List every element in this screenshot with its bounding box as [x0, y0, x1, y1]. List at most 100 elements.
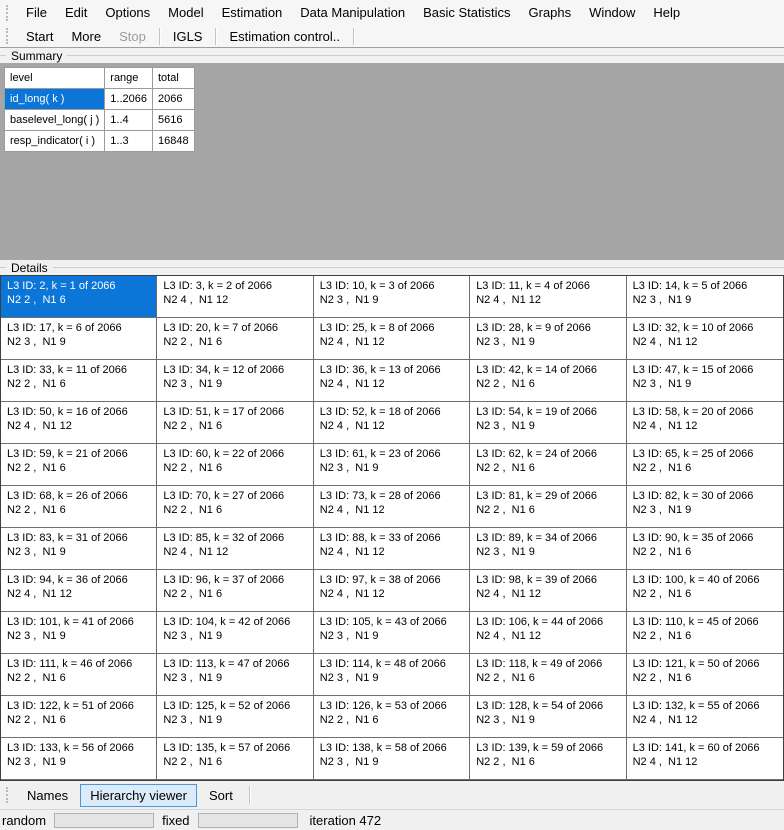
hierarchy-cell[interactable]: L3 ID: 82, k = 30 of 2066N2 3 , N1 9 — [627, 486, 783, 528]
hierarchy-cell[interactable]: L3 ID: 141, k = 60 of 2066N2 4 , N1 12 — [627, 738, 783, 780]
hierarchy-cell[interactable]: L3 ID: 133, k = 56 of 2066N2 3 , N1 9 — [1, 738, 157, 780]
hierarchy-cell[interactable]: L3 ID: 121, k = 50 of 2066N2 2 , N1 6 — [627, 654, 783, 696]
summary-range-cell[interactable]: 1..4 — [105, 110, 153, 131]
hierarchy-cell[interactable]: L3 ID: 118, k = 49 of 2066N2 2 , N1 6 — [470, 654, 626, 696]
hierarchy-cell[interactable]: L3 ID: 25, k = 8 of 2066N2 4 , N1 12 — [314, 318, 470, 360]
hierarchy-cell[interactable]: L3 ID: 68, k = 26 of 2066N2 2 , N1 6 — [1, 486, 157, 528]
hierarchy-cell[interactable]: L3 ID: 14, k = 5 of 2066N2 3 , N1 9 — [627, 276, 783, 318]
hierarchy-cell[interactable]: L3 ID: 113, k = 47 of 2066N2 3 , N1 9 — [157, 654, 313, 696]
summary-range-cell[interactable]: 1..2066 — [105, 89, 153, 110]
hierarchy-cell[interactable]: L3 ID: 139, k = 59 of 2066N2 2 , N1 6 — [470, 738, 626, 780]
cell-counts-line: N2 4 , N1 12 — [476, 587, 625, 601]
tab-sort[interactable]: Sort — [199, 784, 243, 807]
cell-counts-line: N2 4 , N1 12 — [7, 587, 156, 601]
hierarchy-cell[interactable]: L3 ID: 125, k = 52 of 2066N2 3 , N1 9 — [157, 696, 313, 738]
summary-total-cell[interactable]: 16848 — [152, 131, 194, 152]
hierarchy-cell[interactable]: L3 ID: 54, k = 19 of 2066N2 3 , N1 9 — [470, 402, 626, 444]
hierarchy-cell[interactable]: L3 ID: 106, k = 44 of 2066N2 4 , N1 12 — [470, 612, 626, 654]
hierarchy-cell[interactable]: L3 ID: 60, k = 22 of 2066N2 2 , N1 6 — [157, 444, 313, 486]
hierarchy-cell[interactable]: L3 ID: 42, k = 14 of 2066N2 2 , N1 6 — [470, 360, 626, 402]
cell-counts-line: N2 3 , N1 9 — [633, 293, 783, 307]
hierarchy-cell[interactable]: L3 ID: 105, k = 43 of 2066N2 3 , N1 9 — [314, 612, 470, 654]
summary-level-cell[interactable]: resp_indicator( i ) — [5, 131, 105, 152]
cell-l3-id-line: L3 ID: 126, k = 53 of 2066 — [320, 699, 469, 713]
hierarchy-cell[interactable]: L3 ID: 70, k = 27 of 2066N2 2 , N1 6 — [157, 486, 313, 528]
more-button[interactable]: More — [62, 26, 110, 47]
stop-button[interactable]: Stop — [110, 26, 155, 47]
estimation-control-button[interactable]: Estimation control.. — [220, 26, 349, 47]
hierarchy-cell[interactable]: L3 ID: 110, k = 45 of 2066N2 2 , N1 6 — [627, 612, 783, 654]
hierarchy-cell[interactable]: L3 ID: 132, k = 55 of 2066N2 4 , N1 12 — [627, 696, 783, 738]
hierarchy-cell[interactable]: L3 ID: 3, k = 2 of 2066N2 4 , N1 12 — [157, 276, 313, 318]
hierarchy-cell[interactable]: L3 ID: 34, k = 12 of 2066N2 3 , N1 9 — [157, 360, 313, 402]
hierarchy-cell[interactable]: L3 ID: 59, k = 21 of 2066N2 2 , N1 6 — [1, 444, 157, 486]
hierarchy-cell[interactable]: L3 ID: 96, k = 37 of 2066N2 2 , N1 6 — [157, 570, 313, 612]
hierarchy-cell[interactable]: L3 ID: 10, k = 3 of 2066N2 3 , N1 9 — [314, 276, 470, 318]
hierarchy-cell[interactable]: L3 ID: 11, k = 4 of 2066N2 4 , N1 12 — [470, 276, 626, 318]
hierarchy-cell[interactable]: L3 ID: 51, k = 17 of 2066N2 2 , N1 6 — [157, 402, 313, 444]
hierarchy-cell[interactable]: L3 ID: 2, k = 1 of 2066N2 2 , N1 6 — [1, 276, 157, 318]
hierarchy-cell[interactable]: L3 ID: 17, k = 6 of 2066N2 3 , N1 9 — [1, 318, 157, 360]
hierarchy-cell[interactable]: L3 ID: 52, k = 18 of 2066N2 4 , N1 12 — [314, 402, 470, 444]
hierarchy-cell[interactable]: L3 ID: 128, k = 54 of 2066N2 3 , N1 9 — [470, 696, 626, 738]
hierarchy-cell[interactable]: L3 ID: 94, k = 36 of 2066N2 4 , N1 12 — [1, 570, 157, 612]
toolbar-gripper[interactable] — [6, 28, 11, 44]
menu-basic-statistics[interactable]: Basic Statistics — [414, 2, 519, 23]
summary-level-cell[interactable]: id_long( k ) — [5, 89, 105, 110]
start-button[interactable]: Start — [17, 26, 62, 47]
hierarchy-cell[interactable]: L3 ID: 73, k = 28 of 2066N2 4 , N1 12 — [314, 486, 470, 528]
menu-graphs[interactable]: Graphs — [520, 2, 581, 23]
tab-names[interactable]: Names — [17, 784, 78, 807]
hierarchy-cell[interactable]: L3 ID: 98, k = 39 of 2066N2 4 , N1 12 — [470, 570, 626, 612]
cell-counts-line: N2 3 , N1 9 — [163, 713, 312, 727]
hierarchy-cell[interactable]: L3 ID: 100, k = 40 of 2066N2 2 , N1 6 — [627, 570, 783, 612]
hierarchy-cell[interactable]: L3 ID: 28, k = 9 of 2066N2 3 , N1 9 — [470, 318, 626, 360]
summary-total-cell[interactable]: 5616 — [152, 110, 194, 131]
cell-l3-id-line: L3 ID: 70, k = 27 of 2066 — [163, 489, 312, 503]
hierarchy-cell[interactable]: L3 ID: 126, k = 53 of 2066N2 2 , N1 6 — [314, 696, 470, 738]
menu-data-manipulation[interactable]: Data Manipulation — [291, 2, 414, 23]
hierarchy-cell[interactable]: L3 ID: 50, k = 16 of 2066N2 4 , N1 12 — [1, 402, 157, 444]
cell-l3-id-line: L3 ID: 138, k = 58 of 2066 — [320, 741, 469, 755]
menu-edit[interactable]: Edit — [56, 2, 96, 23]
cell-counts-line: N2 4 , N1 12 — [633, 419, 783, 433]
cell-l3-id-line: L3 ID: 135, k = 57 of 2066 — [163, 741, 312, 755]
hierarchy-cell[interactable]: L3 ID: 81, k = 29 of 2066N2 2 , N1 6 — [470, 486, 626, 528]
hierarchy-cell[interactable]: L3 ID: 36, k = 13 of 2066N2 4 , N1 12 — [314, 360, 470, 402]
hierarchy-cell[interactable]: L3 ID: 61, k = 23 of 2066N2 3 , N1 9 — [314, 444, 470, 486]
hierarchy-cell[interactable]: L3 ID: 90, k = 35 of 2066N2 2 , N1 6 — [627, 528, 783, 570]
hierarchy-cell[interactable]: L3 ID: 20, k = 7 of 2066N2 2 , N1 6 — [157, 318, 313, 360]
tab-hierarchy-viewer[interactable]: Hierarchy viewer — [80, 784, 197, 807]
hierarchy-cell[interactable]: L3 ID: 47, k = 15 of 2066N2 3 , N1 9 — [627, 360, 783, 402]
menu-window[interactable]: Window — [580, 2, 644, 23]
hierarchy-cell[interactable]: L3 ID: 135, k = 57 of 2066N2 2 , N1 6 — [157, 738, 313, 780]
menu-help[interactable]: Help — [644, 2, 689, 23]
hierarchy-cell[interactable]: L3 ID: 33, k = 11 of 2066N2 2 , N1 6 — [1, 360, 157, 402]
tabstrip-gripper[interactable] — [6, 787, 11, 803]
igls-button[interactable]: IGLS — [164, 26, 212, 47]
hierarchy-cell[interactable]: L3 ID: 114, k = 48 of 2066N2 3 , N1 9 — [314, 654, 470, 696]
hierarchy-cell[interactable]: L3 ID: 89, k = 34 of 2066N2 3 , N1 9 — [470, 528, 626, 570]
summary-total-cell[interactable]: 2066 — [152, 89, 194, 110]
hierarchy-cell[interactable]: L3 ID: 32, k = 10 of 2066N2 4 , N1 12 — [627, 318, 783, 360]
hierarchy-cell[interactable]: L3 ID: 62, k = 24 of 2066N2 2 , N1 6 — [470, 444, 626, 486]
menu-model[interactable]: Model — [159, 2, 212, 23]
hierarchy-cell[interactable]: L3 ID: 104, k = 42 of 2066N2 3 , N1 9 — [157, 612, 313, 654]
menu-file[interactable]: File — [17, 2, 56, 23]
menubar-gripper[interactable] — [6, 5, 11, 21]
hierarchy-cell[interactable]: L3 ID: 111, k = 46 of 2066N2 2 , N1 6 — [1, 654, 157, 696]
cell-l3-id-line: L3 ID: 141, k = 60 of 2066 — [633, 741, 783, 755]
menu-options[interactable]: Options — [96, 2, 159, 23]
hierarchy-cell[interactable]: L3 ID: 97, k = 38 of 2066N2 4 , N1 12 — [314, 570, 470, 612]
summary-range-cell[interactable]: 1..3 — [105, 131, 153, 152]
hierarchy-cell[interactable]: L3 ID: 65, k = 25 of 2066N2 2 , N1 6 — [627, 444, 783, 486]
hierarchy-cell[interactable]: L3 ID: 101, k = 41 of 2066N2 3 , N1 9 — [1, 612, 157, 654]
summary-level-cell[interactable]: baselevel_long( j ) — [5, 110, 105, 131]
hierarchy-cell[interactable]: L3 ID: 85, k = 32 of 2066N2 4 , N1 12 — [157, 528, 313, 570]
hierarchy-cell[interactable]: L3 ID: 138, k = 58 of 2066N2 3 , N1 9 — [314, 738, 470, 780]
hierarchy-cell[interactable]: L3 ID: 58, k = 20 of 2066N2 4 , N1 12 — [627, 402, 783, 444]
hierarchy-cell[interactable]: L3 ID: 122, k = 51 of 2066N2 2 , N1 6 — [1, 696, 157, 738]
hierarchy-cell[interactable]: L3 ID: 88, k = 33 of 2066N2 4 , N1 12 — [314, 528, 470, 570]
hierarchy-cell[interactable]: L3 ID: 83, k = 31 of 2066N2 3 , N1 9 — [1, 528, 157, 570]
menu-estimation[interactable]: Estimation — [213, 2, 292, 23]
